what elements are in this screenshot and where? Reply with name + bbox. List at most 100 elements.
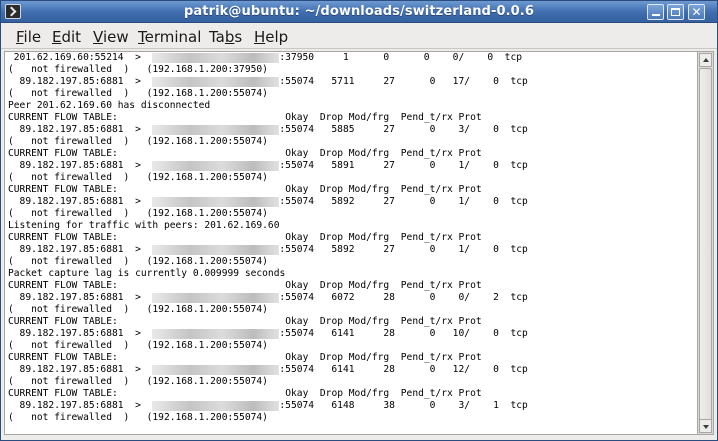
menu-file[interactable]: File <box>16 28 41 46</box>
terminal-line: 89.182.197.85:6881 > :55074 5711 27 0 17… <box>8 76 528 88</box>
terminal-text: ( not firewalled ) (192.168.1.200:55074) <box>8 376 268 387</box>
redacted-ip <box>152 245 280 255</box>
terminal-text: ( not firewalled ) (192.168.1.200:55074) <box>8 340 268 351</box>
terminal-line: CURRENT FLOW TABLE: Okay Drop Mod/frg Pe… <box>8 280 528 292</box>
menu-view[interactable]: View <box>93 28 129 46</box>
menu-mnemonic: F <box>16 28 24 46</box>
terminal-line: ( not firewalled ) (192.168.1.200:55074) <box>8 376 528 388</box>
terminal-line: CURRENT FLOW TABLE: Okay Drop Mod/frg Pe… <box>8 184 528 196</box>
terminal-text: Listening for traffic with peers: 201.62… <box>8 220 280 231</box>
terminal-text: ( not firewalled ) (192.168.1.200:55074) <box>8 136 268 147</box>
terminal-line: 89.182.197.85:6881 > :55074 6072 28 0 0/… <box>8 292 528 304</box>
terminal-line: ( not firewalled ) (192.168.1.200:55074) <box>8 340 528 352</box>
terminal-text: ( not firewalled ) (192.168.1.200:55074) <box>8 172 268 183</box>
terminal-line: 89.182.197.85:6881 > :55074 6141 28 0 12… <box>8 364 528 376</box>
terminal-line: 89.182.197.85:6881 > :55074 6141 28 0 10… <box>8 328 528 340</box>
terminal-text: CURRENT FLOW TABLE: Okay Drop Mod/frg Pe… <box>8 280 482 291</box>
menu-terminal[interactable]: Terminal <box>138 28 201 46</box>
terminal-text: 89.182.197.85:6881 > <box>8 400 153 411</box>
menu-tabs[interactable]: Tabs <box>209 28 242 46</box>
scroll-down-arrow-icon[interactable] <box>699 419 712 433</box>
terminal-text: CURRENT FLOW TABLE: Okay Drop Mod/frg Pe… <box>8 388 482 399</box>
terminal-line: Packet capture lag is currently 0.009999… <box>8 268 528 280</box>
terminal-text: :37950 1 0 0 0/ 0 tcp <box>279 52 522 63</box>
redacted-ip <box>152 329 280 339</box>
menu-help[interactable]: Help <box>254 28 288 46</box>
terminal-text: Peer 201.62.169.60 has disconnected <box>8 100 211 111</box>
terminal-output[interactable]: 201.62.169.60:55214 > :37950 1 0 0 0/ 0 … <box>4 51 698 435</box>
terminal-line: ( not firewalled ) (192.168.1.200:55074) <box>8 208 528 220</box>
terminal-line: ( not firewalled ) (192.168.1.200:55074) <box>8 256 528 268</box>
terminal-text: 89.182.197.85:6881 > <box>8 292 153 303</box>
minimize-button[interactable] <box>647 4 664 20</box>
scrollbar-thumb[interactable] <box>699 68 712 420</box>
terminal-text: 89.182.197.85:6881 > <box>8 196 153 207</box>
terminal-text: ( not firewalled ) (192.168.1.200:55074) <box>8 256 268 267</box>
menu-label: Ta <box>209 28 225 46</box>
menu-label: s <box>234 28 243 46</box>
terminal-line: ( not firewalled ) (192.168.1.200:55074) <box>8 172 528 184</box>
terminal-line: Listening for traffic with peers: 201.62… <box>8 220 528 232</box>
terminal-text: 89.182.197.85:6881 > <box>8 160 153 171</box>
menu-label: iew <box>102 28 129 46</box>
redacted-ip <box>152 125 280 135</box>
redacted-ip <box>152 293 280 303</box>
terminal-text: CURRENT FLOW TABLE: Okay Drop Mod/frg Pe… <box>8 232 482 243</box>
redacted-ip <box>152 53 280 63</box>
terminal-text: ( not firewalled ) (192.168.1.200:55074) <box>8 208 268 219</box>
title-bar[interactable]: patrik@ubuntu: ~/downloads/switzerland-0… <box>1 1 717 23</box>
terminal-line: CURRENT FLOW TABLE: Okay Drop Mod/frg Pe… <box>8 388 528 400</box>
minimize-icon <box>651 14 660 16</box>
terminal-lines: 201.62.169.60:55214 > :37950 1 0 0 0/ 0 … <box>8 52 528 424</box>
menu-label: dit <box>61 28 82 46</box>
terminal-text: :55074 5711 27 0 17/ 0 tcp <box>279 76 528 87</box>
terminal-text: ( not firewalled ) (192.168.1.200:37950) <box>8 64 268 75</box>
menu-label: elp <box>265 28 289 46</box>
terminal-text: ( not firewalled ) (192.168.1.200:55074) <box>8 304 268 315</box>
redacted-ip <box>152 197 280 207</box>
terminal-text: :55074 6148 38 0 3/ 1 tcp <box>279 400 528 411</box>
terminal-line: CURRENT FLOW TABLE: Okay Drop Mod/frg Pe… <box>8 112 528 124</box>
terminal-text: CURRENT FLOW TABLE: Okay Drop Mod/frg Pe… <box>8 316 482 327</box>
terminal-line: 89.182.197.85:6881 > :55074 5885 27 0 3/… <box>8 124 528 136</box>
terminal-text: ( not firewalled ) (192.168.1.200:55074) <box>8 88 268 99</box>
terminal-line: 89.182.197.85:6881 > :55074 6148 38 0 3/… <box>8 400 528 412</box>
terminal-line: 201.62.169.60:55214 > :37950 1 0 0 0/ 0 … <box>8 52 528 64</box>
terminal-text: 89.182.197.85:6881 > <box>8 76 153 87</box>
maximize-icon <box>671 8 680 16</box>
menu-mnemonic: V <box>93 28 103 46</box>
terminal-line: ( not firewalled ) (192.168.1.200:37950) <box>8 64 528 76</box>
terminal-text: 89.182.197.85:6881 > <box>8 244 153 255</box>
vertical-scrollbar[interactable] <box>698 51 714 435</box>
close-button[interactable]: ✕ <box>688 4 705 20</box>
redacted-ip <box>152 161 280 171</box>
menu-mnemonic: H <box>254 28 266 46</box>
terminal-text: 89.182.197.85:6881 > <box>8 328 153 339</box>
redacted-ip <box>152 365 280 375</box>
terminal-line: CURRENT FLOW TABLE: Okay Drop Mod/frg Pe… <box>8 352 528 364</box>
terminal-line: CURRENT FLOW TABLE: Okay Drop Mod/frg Pe… <box>8 316 528 328</box>
menu-mnemonic: b <box>224 28 235 46</box>
redacted-ip <box>152 401 280 411</box>
terminal-text: :55074 5891 27 0 1/ 0 tcp <box>279 160 528 171</box>
terminal-line: Peer 201.62.169.60 has disconnected <box>8 100 528 112</box>
menu-label: erminal <box>144 28 202 46</box>
terminal-line: CURRENT FLOW TABLE: Okay Drop Mod/frg Pe… <box>8 148 528 160</box>
menu-edit[interactable]: Edit <box>52 28 81 46</box>
scroll-up-arrow-icon[interactable] <box>699 53 712 67</box>
terminal-window: patrik@ubuntu: ~/downloads/switzerland-0… <box>0 0 718 441</box>
terminal-text: CURRENT FLOW TABLE: Okay Drop Mod/frg Pe… <box>8 352 482 363</box>
close-icon: ✕ <box>691 5 702 19</box>
terminal-text: :55074 6072 28 0 0/ 2 tcp <box>279 292 528 303</box>
terminal-text: CURRENT FLOW TABLE: Okay Drop Mod/frg Pe… <box>8 148 482 159</box>
terminal-text: :55074 6141 28 0 10/ 0 tcp <box>279 328 528 339</box>
maximize-button[interactable] <box>667 4 684 20</box>
terminal-text: ( not firewalled ) (192.168.1.200:55074) <box>8 412 268 423</box>
terminal-text: 89.182.197.85:6881 > <box>8 364 153 375</box>
window-title: patrik@ubuntu: ~/downloads/switzerland-0… <box>184 4 534 19</box>
terminal-line: ( not firewalled ) (192.168.1.200:55074) <box>8 304 528 316</box>
terminal-text: :55074 5892 27 0 1/ 0 tcp <box>279 244 528 255</box>
menu-mnemonic: T <box>138 28 145 46</box>
terminal-line: ( not firewalled ) (192.168.1.200:55074) <box>8 136 528 148</box>
terminal-text: 89.182.197.85:6881 > <box>8 124 153 135</box>
